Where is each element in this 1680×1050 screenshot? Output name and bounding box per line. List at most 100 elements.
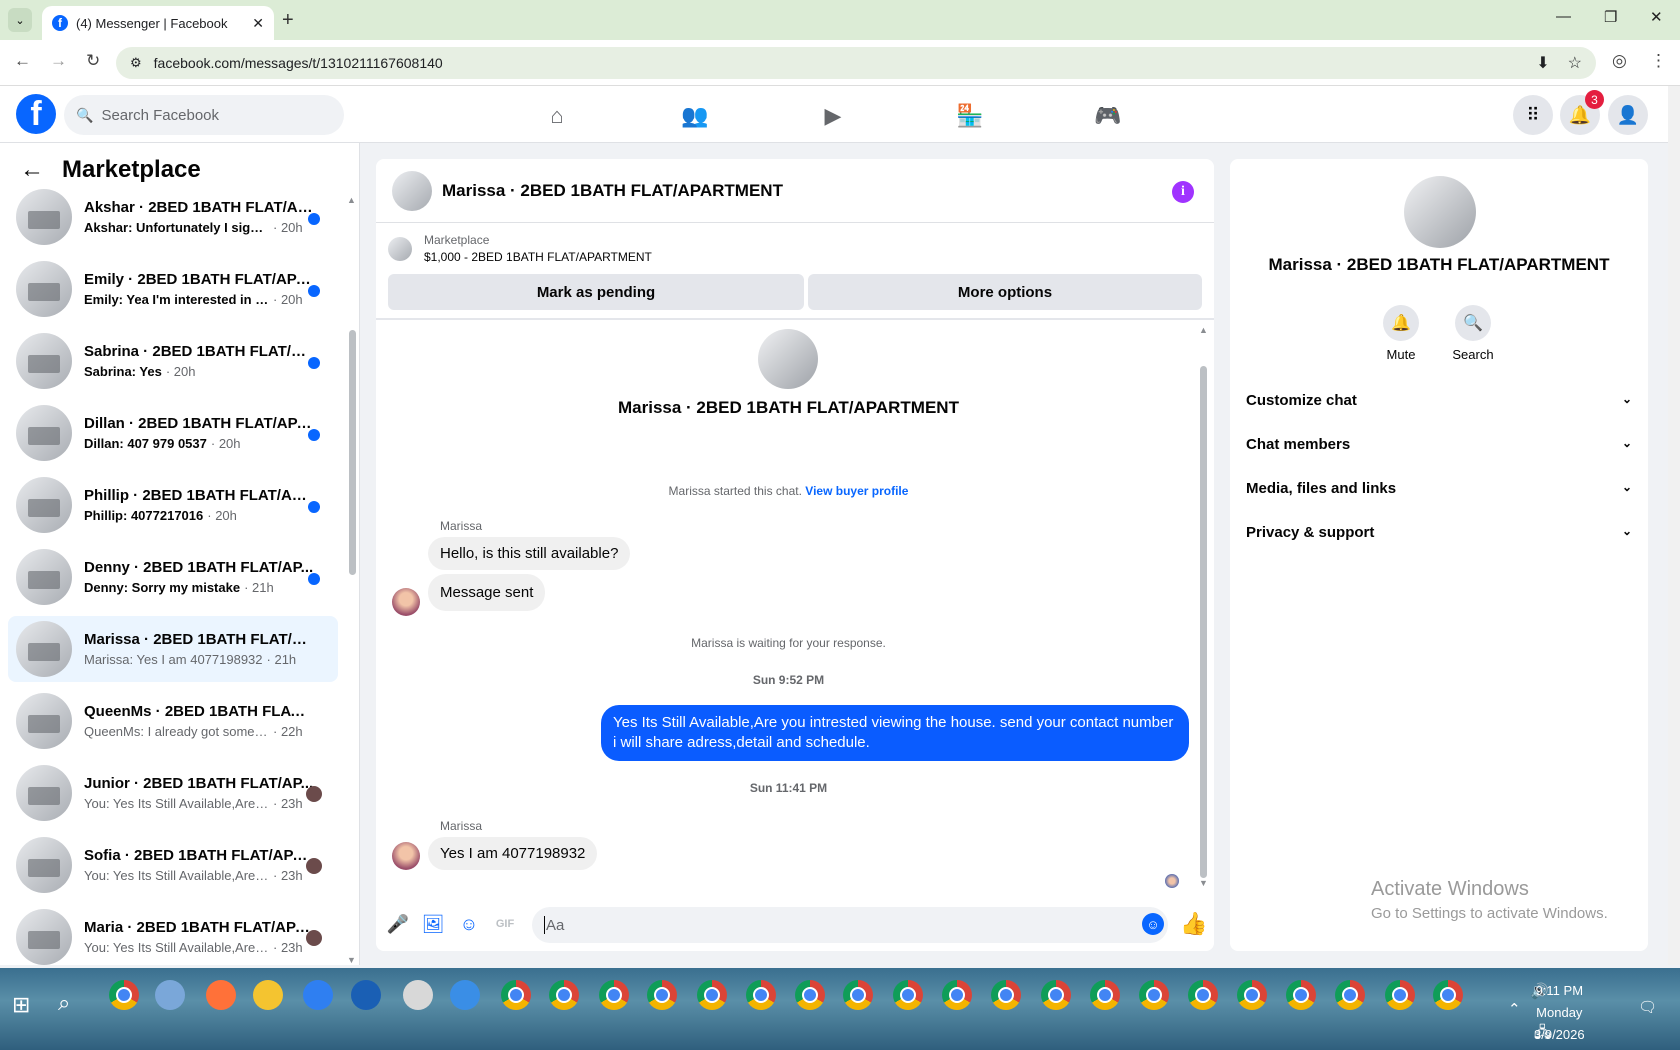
chrome-taskbar-icon[interactable] xyxy=(1090,980,1120,1010)
bookmark-star-icon[interactable]: ☆ xyxy=(1568,53,1582,73)
taskbar-clock[interactable]: 9:11 PM Monday 3/9/2026 xyxy=(1534,980,1585,1046)
chat-avatar[interactable] xyxy=(392,170,432,211)
app-taskbar-icon[interactable] xyxy=(403,980,433,1010)
listing-info[interactable]: Marketplace $1,000 - 2BED 1BATH FLAT/APA… xyxy=(388,233,652,264)
chrome-taskbar-icon[interactable] xyxy=(795,980,825,1010)
chrome-taskbar-icon[interactable] xyxy=(1335,980,1365,1010)
account-avatar[interactable]: 👤 xyxy=(1608,95,1648,135)
mute-button[interactable]: 🔔 Mute xyxy=(1371,305,1431,362)
app-taskbar-icon[interactable] xyxy=(303,980,333,1010)
outgoing-message[interactable]: Yes Its Still Available,Are you intreste… xyxy=(601,705,1189,761)
search-conversation-button[interactable]: 🔍 Search xyxy=(1443,305,1503,362)
incoming-message[interactable]: Yes I am 4077198932 xyxy=(428,837,598,870)
address-bar[interactable]: ⚙ facebook.com/messages/t/13102111676081… xyxy=(116,47,1596,79)
chrome-taskbar-icon[interactable] xyxy=(549,980,579,1010)
home-icon[interactable]: ⌂ xyxy=(527,98,587,134)
close-tab-icon[interactable]: ✕ xyxy=(252,15,264,32)
photo-icon[interactable]: 🖼 xyxy=(421,912,445,936)
scroll-down-arrow-icon[interactable]: ▼ xyxy=(347,955,356,965)
conversation-item[interactable]: Sabrina · 2BED 1BATH FLAT/AP... Sabrina: … xyxy=(8,328,338,394)
conversation-item[interactable]: Marissa · 2BED 1BATH FLAT/APA... Marissa:… xyxy=(8,616,338,682)
chrome-taskbar-icon[interactable] xyxy=(843,980,873,1010)
browser-menu-icon[interactable]: ⋮ xyxy=(1650,51,1667,71)
chrome-taskbar-icon[interactable] xyxy=(1433,980,1463,1010)
sender-avatar[interactable] xyxy=(392,842,420,870)
app-taskbar-icon[interactable] xyxy=(206,980,236,1010)
chrome-taskbar-icon[interactable] xyxy=(599,980,629,1010)
view-buyer-profile-link[interactable]: View buyer profile xyxy=(805,484,908,498)
marketplace-icon[interactable]: 🏪 xyxy=(940,98,1000,134)
back-icon[interactable]: ← xyxy=(14,51,31,71)
conversation-item[interactable]: Dillan · 2BED 1BATH FLAT/APA... Dillan: 4… xyxy=(8,400,338,466)
chrome-taskbar-icon[interactable] xyxy=(1139,980,1169,1010)
info-avatar[interactable] xyxy=(1404,176,1476,248)
chrome-taskbar-icon[interactable] xyxy=(1385,980,1415,1010)
conversation-item[interactable]: Emily · 2BED 1BATH FLAT/APA... Emily: Yea… xyxy=(8,256,338,322)
chrome-taskbar-icon[interactable] xyxy=(501,980,531,1010)
incoming-message[interactable]: Hello, is this still available? xyxy=(428,537,631,570)
microphone-icon[interactable]: 🎤 xyxy=(386,912,410,936)
sender-avatar[interactable] xyxy=(392,588,420,616)
chat-profile-avatar[interactable] xyxy=(758,329,818,389)
incoming-message[interactable]: Message sent xyxy=(428,574,546,611)
chrome-taskbar-icon[interactable] xyxy=(697,980,727,1010)
tab-search-button[interactable]: ⌄ xyxy=(8,8,32,32)
chrome-taskbar-icon[interactable] xyxy=(1237,980,1267,1010)
video-icon[interactable]: ▶ xyxy=(803,98,863,134)
conversation-item[interactable]: Maria · 2BED 1BATH FLAT/APAR... You: Yes … xyxy=(8,904,338,970)
conversation-item[interactable]: Denny · 2BED 1BATH FLAT/AP... Denny: Sorr… xyxy=(8,544,338,610)
forward-icon[interactable]: → xyxy=(50,51,67,71)
conversation-item[interactable]: Phillip · 2BED 1BATH FLAT/APA... Phillip:… xyxy=(8,472,338,538)
facebook-logo[interactable]: f xyxy=(16,94,56,134)
windows-start-icon[interactable]: ⊞ xyxy=(12,992,30,1018)
app-taskbar-icon[interactable] xyxy=(351,980,381,1010)
chrome-taskbar-icon[interactable] xyxy=(991,980,1021,1010)
facebook-search-input[interactable]: 🔍 Search Facebook xyxy=(64,95,344,135)
chat-title[interactable]: Marissa · 2BED 1BATH FLAT/APARTMENT xyxy=(442,181,783,201)
chrome-taskbar-icon[interactable] xyxy=(1041,980,1071,1010)
emoji-icon[interactable]: ☺ xyxy=(1142,913,1164,935)
conversation-item[interactable]: Akshar · 2BED 1BATH FLAT/AP... Akshar: Un… xyxy=(8,184,338,250)
conversation-item[interactable]: Sofia · 2BED 1BATH FLAT/APA... You: Yes I… xyxy=(8,832,338,898)
media-files-links-section[interactable]: Media, files and links ⌄ xyxy=(1246,480,1632,497)
close-window-icon[interactable]: ✕ xyxy=(1650,8,1663,26)
chrome-taskbar-icon[interactable] xyxy=(893,980,923,1010)
chrome-taskbar-icon[interactable] xyxy=(1188,980,1218,1010)
conversation-item[interactable]: QueenMs · 2BED 1BATH FLAT/A... QueenMs: I… xyxy=(8,688,338,754)
new-tab-icon[interactable]: + xyxy=(282,9,294,32)
chrome-taskbar-icon[interactable] xyxy=(647,980,677,1010)
browser-tab[interactable]: f (4) Messenger | Facebook ✕ xyxy=(42,6,274,40)
app-taskbar-icon[interactable] xyxy=(253,980,283,1010)
chat-members-section[interactable]: Chat members ⌄ xyxy=(1246,436,1632,453)
chat-scroll-down-icon[interactable]: ▼ xyxy=(1199,878,1208,888)
chat-scrollbar[interactable] xyxy=(1200,366,1207,878)
chrome-taskbar-icon[interactable] xyxy=(109,980,139,1010)
privacy-support-section[interactable]: Privacy & support ⌄ xyxy=(1246,524,1632,541)
friends-icon[interactable]: 👥 xyxy=(665,98,725,134)
chat-scroll-up-icon[interactable]: ▲ xyxy=(1199,325,1208,335)
customize-chat-section[interactable]: Customize chat ⌄ xyxy=(1246,392,1632,409)
app-taskbar-icon[interactable] xyxy=(155,980,185,1010)
chrome-taskbar-icon[interactable] xyxy=(1286,980,1316,1010)
gif-icon[interactable]: GIF xyxy=(493,912,517,936)
conversation-item[interactable]: Junior · 2BED 1BATH FLAT/AP... You: Yes I… xyxy=(8,760,338,826)
sticker-icon[interactable]: ☺ xyxy=(457,912,481,936)
gaming-icon[interactable]: 🎮 xyxy=(1078,98,1138,134)
scroll-up-arrow-icon[interactable]: ▲ xyxy=(347,195,356,205)
message-input[interactable]: Aa xyxy=(532,907,1168,943)
menu-grid-icon[interactable]: ⠿ xyxy=(1513,95,1553,135)
sidebar-scrollbar[interactable] xyxy=(349,330,356,575)
restore-icon[interactable]: ❐ xyxy=(1604,8,1617,26)
back-arrow-icon[interactable]: ← xyxy=(20,156,44,184)
like-thumb-icon[interactable]: 👍 xyxy=(1180,911,1207,937)
chrome-taskbar-icon[interactable] xyxy=(746,980,776,1010)
info-icon[interactable]: i xyxy=(1172,181,1194,203)
site-info-icon[interactable]: ⚙ xyxy=(130,55,142,71)
mark-as-pending-button[interactable]: Mark as pending xyxy=(388,274,804,310)
taskbar-search-icon[interactable]: ⌕ xyxy=(58,990,70,1016)
reload-icon[interactable]: ↻ xyxy=(86,51,100,71)
minimize-icon[interactable]: — xyxy=(1556,8,1571,25)
install-app-icon[interactable]: ⬇ xyxy=(1536,53,1549,73)
action-center-icon[interactable]: 🗨 xyxy=(1638,998,1657,1016)
show-hidden-icons[interactable]: ⌃ xyxy=(1508,1000,1521,1018)
